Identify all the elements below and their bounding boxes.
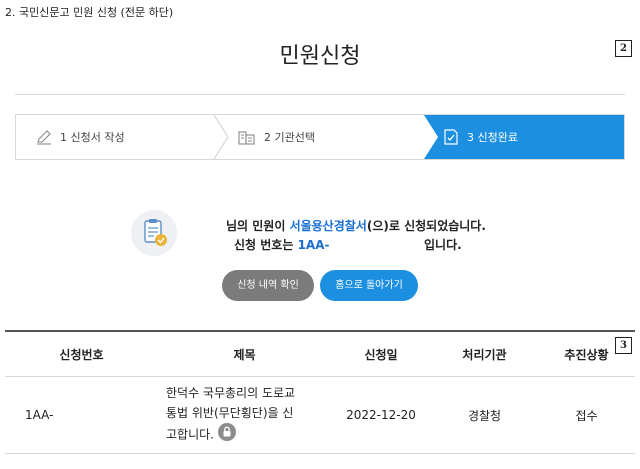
page-title: 민원신청 (279, 44, 361, 69)
application-table: 신청번호 제목 신청일 처리기관 추진상황 1AA- 한덕수 국무총리의 도로교… (5, 330, 635, 454)
step-write-application: 1 신청서 작성 (36, 115, 125, 159)
step-label: 3 신청완료 (467, 131, 518, 144)
cell-status: 접수 (538, 376, 635, 454)
table-header-row: 신청번호 제목 신청일 처리기관 추진상황 (5, 330, 635, 377)
progress-stepper: 1 신청서 작성 2 기관선택 3 신청완료 (15, 114, 625, 160)
go-home-button[interactable]: 홈으로 돌아가기 (320, 270, 418, 301)
annotation-badge-3: 3 (615, 337, 632, 354)
agency-link: 서울용산경찰서 (289, 219, 367, 233)
building-icon (238, 129, 256, 145)
completion-message-line-2: 신청 번호는 1AA- (234, 238, 330, 252)
subject-line: 한덕수 국무총리의 도로교 (166, 386, 296, 400)
subject-line-last: 고합니다. (166, 423, 331, 447)
completion-message-line-2-suffix: 입니다. (424, 238, 462, 252)
cell-application-number: 1AA- (5, 376, 158, 454)
lock-icon (217, 423, 236, 447)
header-date: 신청일 (331, 330, 431, 377)
annotation-badge-2: 2 (615, 40, 632, 57)
view-application-history-button[interactable]: 신청 내역 확인 (222, 270, 314, 301)
step-application-complete: 3 신청완료 (444, 115, 518, 159)
table-row[interactable]: 1AA- 한덕수 국무총리의 도로교 통법 위반(무단횡단)을 신 고합니다. … (5, 376, 635, 454)
step-label: 2 기관선택 (264, 131, 315, 144)
header-agency: 처리기관 (431, 330, 538, 377)
application-number: 1AA- (297, 238, 330, 252)
pencil-icon (36, 129, 52, 145)
document-caption: 2. 국민신문고 민원 신청 (전문 하단) (5, 6, 174, 19)
cell-subject[interactable]: 한덕수 국무총리의 도로교 통법 위반(무단횡단)을 신 고합니다. (158, 376, 331, 454)
check-document-icon (444, 129, 459, 145)
header-application-number: 신청번호 (5, 330, 158, 377)
cell-agency: 경찰청 (431, 376, 538, 454)
application-complete-icon (131, 210, 177, 256)
step-label: 1 신청서 작성 (60, 131, 125, 144)
subject-line: 통법 위반(무단횡단)을 신 (166, 406, 294, 420)
completion-message-line-1: 님의 민원이 서울용산경찰서(으)로 신청되었습니다. (226, 219, 486, 233)
cell-date: 2022-12-20 (331, 376, 431, 454)
step-select-agency: 2 기관선택 (238, 115, 315, 159)
title-divider (15, 94, 625, 95)
step-separator-chevron (213, 115, 229, 159)
header-subject: 제목 (158, 330, 331, 377)
